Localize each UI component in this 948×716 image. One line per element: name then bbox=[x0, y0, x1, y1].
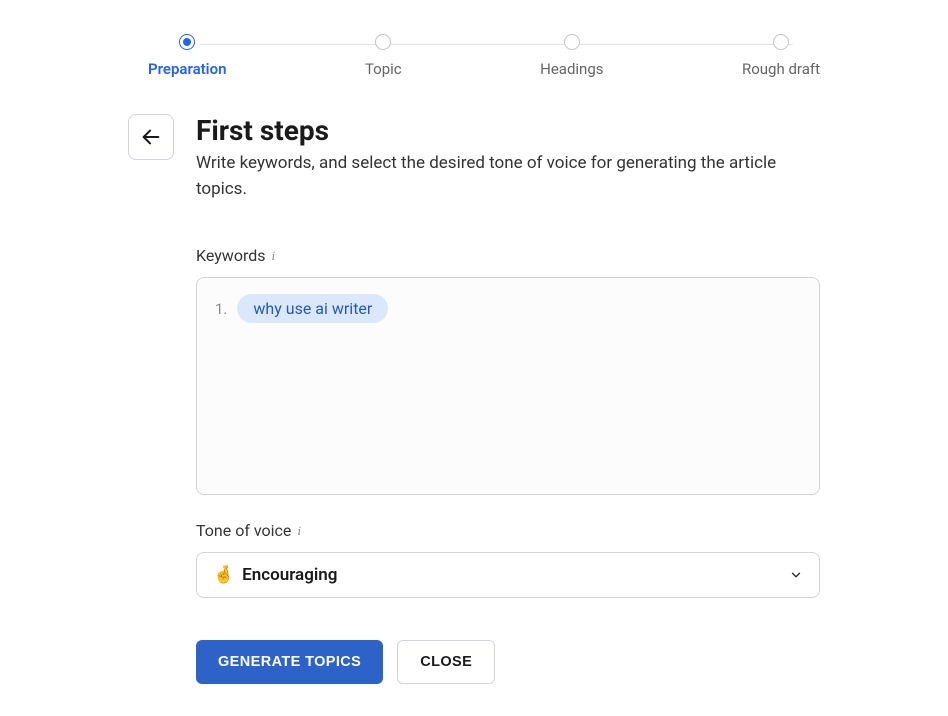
stepper-connector-line bbox=[200, 44, 793, 45]
keyword-row: 1. why use ai writer bbox=[215, 294, 801, 323]
step-circle-icon bbox=[773, 34, 789, 50]
info-icon[interactable]: i bbox=[272, 248, 276, 264]
step-topic[interactable]: Topic bbox=[365, 34, 402, 78]
keyword-number: 1. bbox=[215, 300, 227, 318]
step-label: Topic bbox=[365, 60, 402, 78]
tone-value-text: Encouraging bbox=[242, 565, 337, 585]
page-subtitle: Write keywords, and select the desired t… bbox=[196, 151, 796, 202]
close-button[interactable]: CLOSE bbox=[397, 640, 495, 684]
keywords-input-box[interactable]: 1. why use ai writer bbox=[196, 277, 820, 495]
keywords-label: Keywords i bbox=[196, 246, 820, 265]
back-button[interactable] bbox=[128, 114, 174, 160]
step-label: Preparation bbox=[148, 60, 226, 78]
tone-selected-value: 🤞 Encouraging bbox=[213, 565, 337, 585]
wizard-stepper: Preparation Topic Headings Rough draft bbox=[0, 0, 948, 78]
generate-topics-button[interactable]: GENERATE TOPICS bbox=[196, 640, 383, 684]
step-circle-icon bbox=[375, 34, 391, 50]
tone-label-text: Tone of voice bbox=[196, 521, 291, 540]
step-circle-icon bbox=[564, 34, 580, 50]
step-rough-draft[interactable]: Rough draft bbox=[742, 34, 820, 78]
keyword-chip[interactable]: why use ai writer bbox=[237, 294, 388, 323]
page-title: First steps bbox=[196, 114, 820, 147]
arrow-left-icon bbox=[140, 126, 162, 148]
tone-emoji-icon: 🤞 bbox=[213, 565, 234, 585]
step-headings[interactable]: Headings bbox=[540, 34, 603, 78]
step-preparation[interactable]: Preparation bbox=[148, 34, 226, 78]
tone-label: Tone of voice i bbox=[196, 521, 820, 540]
keywords-label-text: Keywords bbox=[196, 246, 266, 265]
tone-select[interactable]: 🤞 Encouraging bbox=[196, 552, 820, 598]
step-label: Headings bbox=[540, 60, 603, 78]
chevron-down-icon bbox=[789, 568, 803, 582]
step-circle-icon bbox=[179, 34, 195, 50]
info-icon[interactable]: i bbox=[297, 523, 301, 539]
action-buttons: GENERATE TOPICS CLOSE bbox=[196, 640, 820, 684]
step-label: Rough draft bbox=[742, 60, 820, 78]
